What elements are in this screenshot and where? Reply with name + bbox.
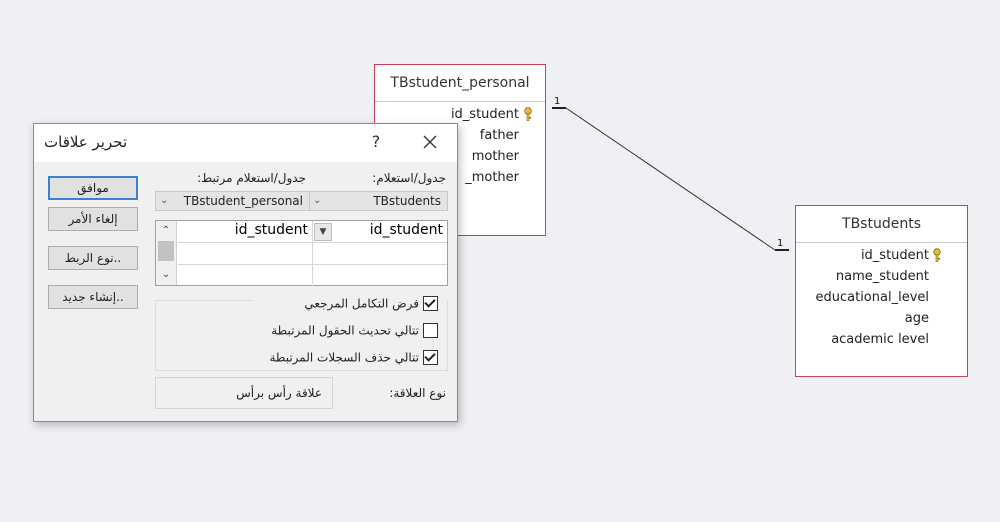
table-row[interactable]: id_student id_student — [178, 221, 447, 243]
field-label: _mother — [465, 170, 519, 185]
field-id-student[interactable]: id_student — [796, 245, 967, 266]
cascade-update-checkbox[interactable]: تتالي تحديث الحقول المرتبطة — [271, 321, 438, 339]
table-tbstudents[interactable]: TBstudents id_student name_student educa… — [795, 205, 968, 377]
relationship-type-text: علاقة رأس برأس — [236, 386, 322, 400]
table-title[interactable]: TBstudent_personal — [375, 65, 545, 102]
table-field-cell[interactable] — [313, 243, 447, 264]
grid-scrollbar[interactable]: ⌃ ⌄ — [156, 221, 177, 285]
join-type-button[interactable]: نوع الربط.. — [48, 246, 138, 270]
enforce-integrity-checkbox[interactable]: فرض التكامل المرجعي — [304, 294, 438, 312]
group-divider — [156, 300, 253, 301]
relationship-type-value: علاقة رأس برأس — [155, 377, 333, 409]
field-name-student[interactable]: name_student — [796, 266, 967, 287]
edit-relationships-dialog: تحرير علاقات ? موافق إلغاء الأمر نوع الر… — [33, 123, 458, 422]
key-icon — [524, 107, 532, 121]
key-icon — [933, 248, 941, 262]
help-button[interactable]: ? — [366, 130, 386, 154]
field-educational-level[interactable]: educational_level — [796, 287, 967, 308]
field-label: name_student — [835, 269, 929, 284]
table-query-label: جدول/استعلام: — [372, 171, 446, 185]
field-label: id_student — [450, 107, 519, 122]
cancel-button[interactable]: إلغاء الأمر — [48, 207, 138, 231]
table-row[interactable] — [178, 243, 447, 265]
relationship-end-left: 1 — [554, 96, 560, 107]
related-field-cell[interactable] — [178, 265, 313, 286]
field-label: academic level — [831, 332, 929, 347]
create-new-button[interactable]: إنشاء جديد.. — [48, 285, 138, 309]
combo-value: TBstudents — [373, 194, 441, 208]
table-field-cell[interactable]: id_student — [313, 221, 447, 242]
field-label: father — [479, 128, 519, 143]
related-field-value: id_student — [234, 222, 308, 238]
checkbox-checked[interactable] — [423, 296, 438, 311]
close-icon[interactable] — [418, 130, 442, 154]
relationship-type-label: نوع العلاقة: — [389, 386, 446, 400]
ok-button[interactable]: موافق — [48, 176, 138, 200]
relationship-end-right: 1 — [777, 238, 783, 249]
dialog-title: تحرير علاقات — [44, 133, 128, 151]
scroll-thumb[interactable] — [158, 241, 174, 261]
combo-value: TBstudent_personal — [183, 194, 303, 208]
checkbox-checked[interactable] — [423, 350, 438, 365]
field-label: id_student — [860, 248, 929, 263]
scroll-down-icon[interactable]: ⌄ — [156, 267, 176, 283]
field-academic-level[interactable]: academic level — [796, 329, 967, 350]
field-age[interactable]: age — [796, 308, 967, 329]
table-field-cell[interactable] — [313, 265, 447, 286]
field-label: age — [904, 311, 929, 326]
scroll-up-icon[interactable]: ⌃ — [156, 223, 176, 239]
table-row[interactable] — [178, 265, 447, 286]
field-label: educational_level — [815, 290, 930, 305]
related-table-query-combo[interactable]: TBstudent_personal ⌄ — [155, 191, 310, 211]
checkbox-label: تتالي تحديث الحقول المرتبطة — [271, 323, 419, 338]
checkbox-label: فرض التكامل المرجعي — [304, 296, 419, 311]
table-field-value: id_student — [369, 222, 443, 238]
field-label: mother — [471, 149, 519, 164]
field-id-student[interactable]: id_student — [375, 104, 545, 125]
related-table-query-label: جدول/استعلام مرتبط: — [197, 171, 306, 185]
related-field-cell[interactable] — [178, 243, 313, 264]
related-field-cell[interactable]: id_student — [178, 221, 313, 242]
chevron-down-icon[interactable]: ▼ — [314, 223, 332, 241]
table-query-combo[interactable]: TBstudents ⌄ — [308, 191, 448, 211]
chevron-down-icon: ⌄ — [313, 195, 322, 206]
cascade-delete-checkbox[interactable]: تتالي حذف السجلات المرتبطة — [269, 348, 438, 366]
dialog-titlebar[interactable]: تحرير علاقات ? — [34, 124, 457, 162]
table-title[interactable]: TBstudents — [796, 206, 967, 243]
checkbox-label: تتالي حذف السجلات المرتبطة — [269, 350, 419, 365]
checkbox-unchecked[interactable] — [423, 323, 438, 338]
field-mapping-grid[interactable]: ⌃ ⌄ id_student id_student ▼ — [155, 220, 448, 286]
chevron-down-icon: ⌄ — [160, 195, 169, 206]
